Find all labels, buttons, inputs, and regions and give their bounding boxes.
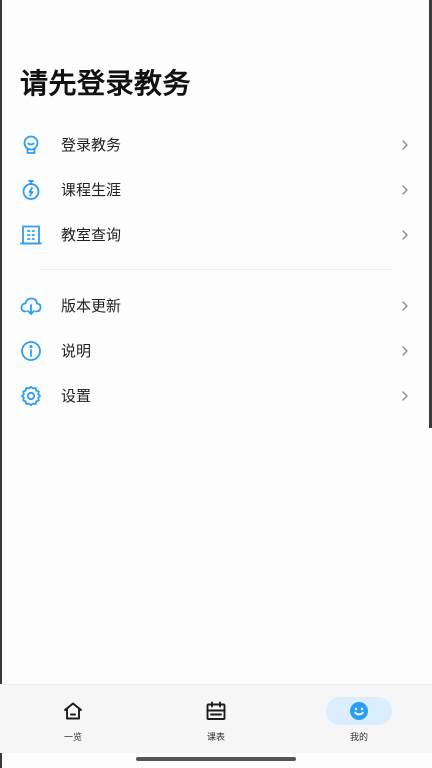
tab-mine[interactable]: 我的 [299,685,419,753]
chevron-right-icon [398,388,412,402]
chevron-right-icon [398,298,412,312]
menu-item-about[interactable]: 说明 [0,328,432,373]
smile-icon [350,702,368,720]
tab-icon-container [40,697,106,725]
page-title: 请先登录教务 [20,67,192,100]
chevron-right-icon [398,343,412,357]
tab-label: 一览 [63,733,82,743]
chevron-right-icon [398,227,412,241]
menu-label: 登录教务 [61,136,122,154]
tab-overview[interactable]: 一览 [13,685,133,753]
menu-group-app: 版本更新 说明 设置 [0,283,432,418]
section-divider [40,269,392,270]
login-avatar-icon [19,133,43,157]
menu-label: 说明 [61,342,92,360]
menu-label: 版本更新 [61,297,122,315]
menu-label: 课程生涯 [61,181,122,199]
info-icon [19,339,43,363]
tab-label: 我的 [349,733,368,743]
cloud-download-icon [19,294,43,318]
menu-group-academic: 登录教务 课程生涯 教室查询 [0,122,432,257]
menu-label: 教室查询 [61,226,122,244]
menu-item-settings[interactable]: 设置 [0,373,432,418]
tab-timetable[interactable]: 课表 [156,685,276,753]
calendar-icon [206,701,226,720]
tab-icon-container [326,697,392,725]
menu-item-login[interactable]: 登录教务 [0,122,432,167]
menu-item-version-update[interactable]: 版本更新 [0,283,432,328]
bottom-tab-bar: 一览 课表 我的 [0,684,432,753]
chevron-right-icon [398,137,412,151]
menu-item-classroom-query[interactable]: 教室查询 [0,212,432,257]
menu-label: 设置 [61,387,92,405]
stopwatch-icon [19,178,43,202]
gear-icon [19,384,43,408]
tab-label: 课表 [206,733,225,743]
menu-item-course-career[interactable]: 课程生涯 [0,167,432,212]
building-icon [19,223,43,247]
home-indicator[interactable] [136,757,296,761]
home-icon [64,702,82,720]
chevron-right-icon [398,182,412,196]
tab-icon-container [183,697,249,725]
